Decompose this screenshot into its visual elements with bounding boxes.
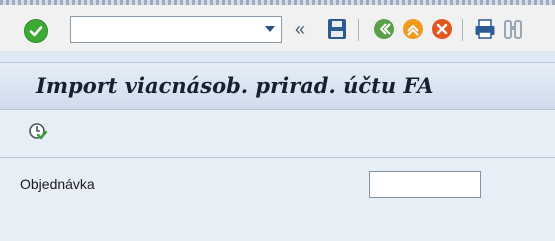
exit-icon[interactable] <box>402 18 424 40</box>
dropdown-icon[interactable] <box>265 26 275 32</box>
system-toolbar: « <box>0 5 555 51</box>
back-icon[interactable] <box>373 18 395 40</box>
application-toolbar <box>0 110 555 158</box>
enter-button[interactable] <box>24 19 48 43</box>
find-icon[interactable] <box>503 18 523 40</box>
check-icon <box>29 26 43 37</box>
command-field[interactable] <box>70 16 282 43</box>
page-title: Import viacnásob. prirad. účtu FA <box>36 73 434 98</box>
execute-icon[interactable] <box>28 122 48 142</box>
selection-screen: Objednávka <box>0 158 555 241</box>
cancel-icon[interactable] <box>431 18 453 40</box>
order-input[interactable] <box>369 171 481 198</box>
screen-title-bar: Import viacnásob. prirad. účtu FA <box>0 62 555 110</box>
double-left-chevron-icon[interactable]: « <box>295 19 305 39</box>
order-label: Objednávka <box>20 176 95 192</box>
toolbar-separator <box>358 19 359 41</box>
print-icon[interactable] <box>474 18 496 40</box>
save-icon[interactable] <box>327 18 347 40</box>
toolbar-separator <box>462 19 463 41</box>
